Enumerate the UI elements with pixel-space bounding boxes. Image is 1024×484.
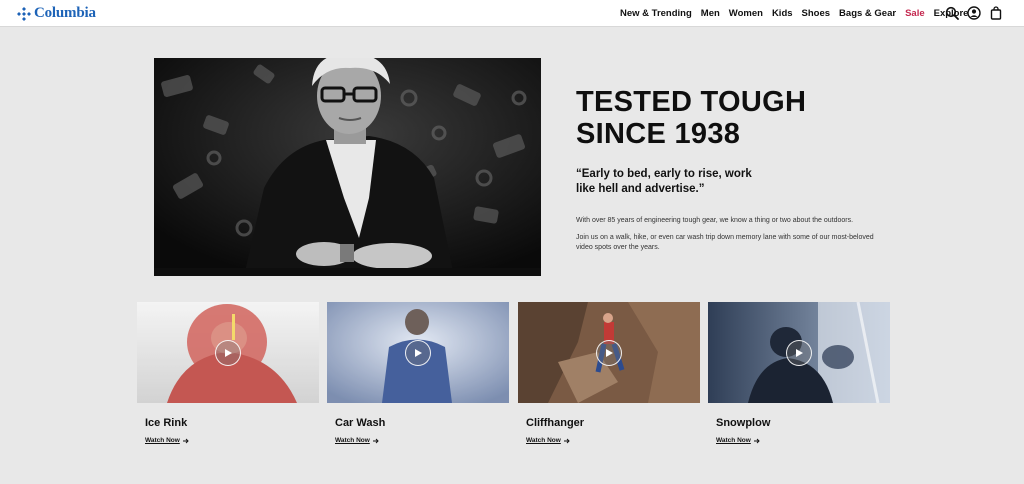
play-button[interactable] xyxy=(405,340,431,366)
brand-name: Columbia xyxy=(34,5,96,21)
nav-bags-gear[interactable]: Bags & Gear xyxy=(839,8,896,19)
hero-portrait-image xyxy=(154,58,541,276)
play-icon xyxy=(225,349,232,357)
nav-sale[interactable]: Sale xyxy=(905,8,925,19)
video-title: Ice Rink xyxy=(145,417,188,429)
nav-women[interactable]: Women xyxy=(729,8,763,19)
watch-now-label: Watch Now xyxy=(145,437,180,444)
account-icon[interactable] xyxy=(967,6,981,20)
play-icon xyxy=(606,349,613,357)
arrow-right-icon xyxy=(753,438,760,443)
play-button[interactable] xyxy=(786,340,812,366)
arrow-right-icon xyxy=(372,438,379,443)
hero-quote: “Early to bed, early to rise, work like … xyxy=(576,168,752,195)
play-button[interactable] xyxy=(596,340,622,366)
nav-shoes[interactable]: Shoes xyxy=(802,8,831,19)
header-icons xyxy=(945,6,1003,20)
nav-men[interactable]: Men xyxy=(701,8,720,19)
watch-now-label: Watch Now xyxy=(526,437,561,444)
nav-new-trending[interactable]: New & Trending xyxy=(620,8,692,19)
video-title: Cliffhanger xyxy=(526,417,585,429)
columbia-diamond-icon xyxy=(17,6,31,21)
video-thumbnail[interactable] xyxy=(518,302,700,403)
video-card-snowplow[interactable]: Snowplow Watch Now xyxy=(708,302,890,447)
nav-kids[interactable]: Kids xyxy=(772,8,793,19)
shopping-bag-icon[interactable] xyxy=(989,6,1003,20)
watch-now-link[interactable]: Watch Now xyxy=(716,437,760,444)
play-button[interactable] xyxy=(215,340,241,366)
hero-image xyxy=(154,58,541,276)
video-card-cliffhanger[interactable]: Cliffhanger Watch Now xyxy=(518,302,700,447)
watch-now-link[interactable]: Watch Now xyxy=(145,437,189,444)
watch-now-label: Watch Now xyxy=(335,437,370,444)
columbia-logo[interactable]: Columbia xyxy=(17,5,96,22)
search-icon[interactable] xyxy=(945,6,959,20)
watch-now-label: Watch Now xyxy=(716,437,751,444)
hero-copy: TESTED TOUGH SINCE 1938 “Early to bed, e… xyxy=(576,86,896,253)
hero-title-line-1: TESTED TOUGH xyxy=(576,86,807,118)
video-card-ice-rink[interactable]: Ice Rink Watch Now xyxy=(137,302,319,447)
hero-paragraph-1: With over 85 years of engineering tough … xyxy=(576,217,854,224)
watch-now-link[interactable]: Watch Now xyxy=(526,437,570,444)
arrow-right-icon xyxy=(182,438,189,443)
hero-title: TESTED TOUGH SINCE 1938 xyxy=(576,86,896,150)
video-title: Car Wash xyxy=(335,417,386,429)
play-icon xyxy=(415,349,422,357)
video-thumbnail[interactable] xyxy=(708,302,890,403)
video-thumbnail[interactable] xyxy=(137,302,319,403)
hero-paragraph-2: Join us on a walk, hike, or even car was… xyxy=(576,234,874,251)
main-nav: New & Trending Men Women Kids Shoes Bags… xyxy=(620,0,968,27)
video-card-car-wash[interactable]: Car Wash Watch Now xyxy=(327,302,509,447)
site-header: Columbia New & Trending Men Women Kids S… xyxy=(0,0,1024,27)
play-icon xyxy=(796,349,803,357)
arrow-right-icon xyxy=(563,438,570,443)
watch-now-link[interactable]: Watch Now xyxy=(335,437,379,444)
hero-title-line-2: SINCE 1938 xyxy=(576,118,741,150)
video-thumbnail[interactable] xyxy=(327,302,509,403)
video-title: Snowplow xyxy=(716,417,771,429)
